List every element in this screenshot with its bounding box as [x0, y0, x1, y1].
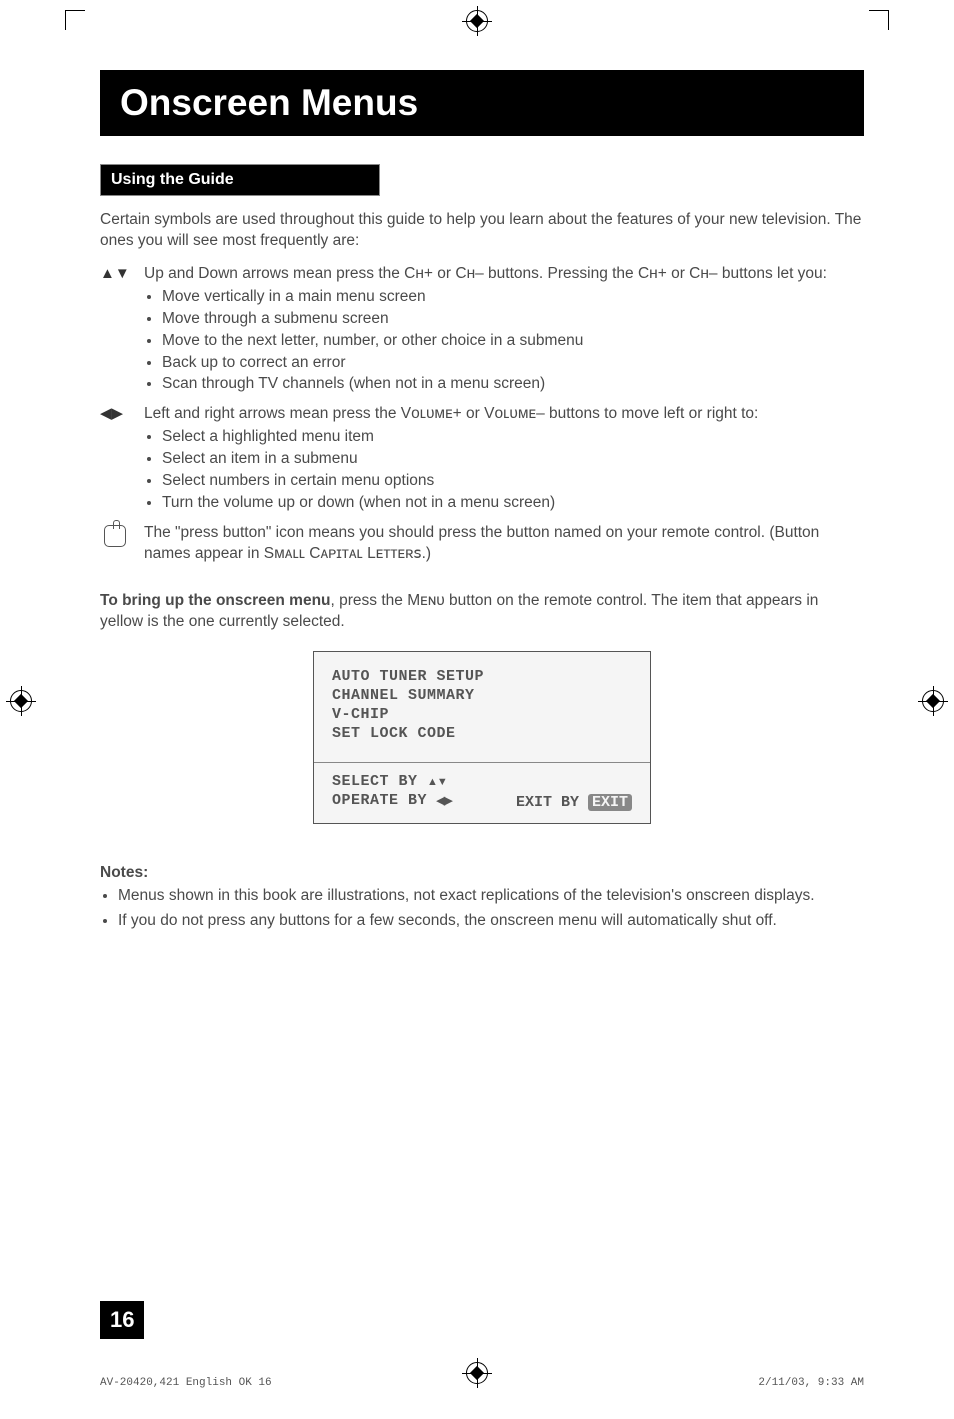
registration-mark	[10, 690, 32, 712]
item-lead: Left and right arrows mean press the Vᴏʟ…	[144, 405, 758, 422]
menu-line: CHANNEL SUMMARY	[332, 687, 632, 704]
page-title: Onscreen Menus	[100, 70, 864, 136]
registration-mark	[922, 690, 944, 712]
bullet: Move vertically in a main menu screen	[162, 287, 864, 308]
menu-line: V-CHIP	[332, 706, 632, 723]
page-number: 16	[100, 1301, 144, 1339]
bullet: Move to the next letter, number, or othe…	[162, 331, 864, 352]
menu-operate-row: OPERATE BY ◀▶	[332, 792, 451, 809]
symbol-item-updown: ▲▼ Up and Down arrows mean press the Cʜ+…	[100, 264, 864, 397]
bullet: Move through a submenu screen	[162, 309, 864, 330]
symbol-item-press: The "press button" icon means you should…	[100, 523, 864, 565]
menu-line: SET LOCK CODE	[332, 725, 632, 742]
intro-text: Certain symbols are used throughout this…	[100, 210, 864, 252]
notes-heading: Notes:	[100, 864, 864, 882]
note-item: Menus shown in this book are illustratio…	[118, 886, 864, 907]
bring-up-text: To bring up the onscreen menu, press the…	[100, 591, 864, 633]
bullet: Back up to correct an error	[162, 353, 864, 374]
symbol-item-leftright: ◀▶ Left and right arrows mean press the …	[100, 404, 864, 515]
onscreen-menu-illustration: AUTO TUNER SETUP CHANNEL SUMMARY V-CHIP …	[313, 651, 651, 824]
up-down-icon: ▲▼	[427, 776, 447, 788]
menu-select-row: SELECT BY ▲▼	[332, 773, 451, 790]
left-right-icon: ◀▶	[437, 795, 452, 807]
up-down-arrow-icon: ▲▼	[100, 264, 132, 397]
registration-mark	[466, 10, 488, 32]
bullet: Select a highlighted menu item	[162, 427, 864, 448]
left-right-arrow-icon: ◀▶	[100, 404, 132, 515]
bring-up-bold: To bring up the onscreen menu	[100, 592, 331, 609]
press-button-icon	[104, 525, 126, 547]
crop-mark	[65, 10, 85, 30]
bullet: Scan through TV channels (when not in a …	[162, 374, 864, 395]
note-item: If you do not press any buttons for a fe…	[118, 911, 864, 932]
item-lead: Up and Down arrows mean press the Cʜ+ or…	[144, 265, 827, 282]
bullet: Select numbers in certain menu options	[162, 471, 864, 492]
footer-right: 2/11/03, 9:33 AM	[758, 1377, 864, 1389]
item-lead: The "press button" icon means you should…	[144, 524, 819, 562]
exit-key-label: EXIT	[588, 794, 632, 811]
bullet: Select an item in a submenu	[162, 449, 864, 470]
bullet: Turn the volume up or down (when not in …	[162, 493, 864, 514]
menu-line: AUTO TUNER SETUP	[332, 668, 632, 685]
section-heading: Using the Guide	[100, 164, 380, 196]
page-content: Onscreen Menus Using the Guide Certain s…	[0, 0, 954, 932]
footer-left: AV-20420,421 English OK 16	[100, 1377, 272, 1389]
crop-mark	[869, 10, 889, 30]
footer: AV-20420,421 English OK 16 2/11/03, 9:33…	[100, 1377, 864, 1389]
menu-exit-row: EXIT BY EXIT	[516, 794, 632, 811]
